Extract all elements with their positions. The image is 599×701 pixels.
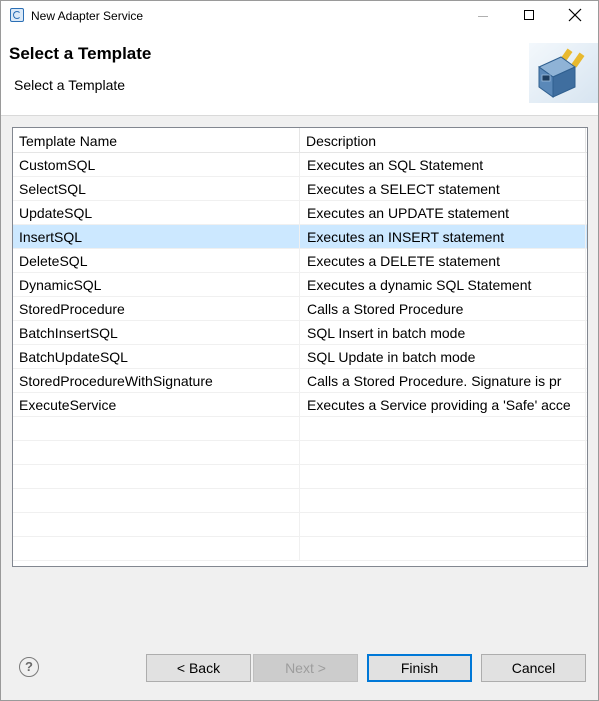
table-body: CustomSQL Executes an SQL Statement Select…	[13, 153, 587, 561]
cell-template-name: BatchInsertSQL	[13, 321, 300, 344]
table-row[interactable]	[13, 417, 587, 441]
table-row[interactable]: StoredProcedureWithSignature Calls a Stor…	[13, 369, 587, 393]
cell-template-name: StoredProcedure	[13, 297, 300, 320]
cell-description: SQL Update in batch mode	[300, 345, 586, 368]
cell-template-name	[13, 441, 300, 464]
close-button[interactable]	[552, 1, 598, 31]
cell-description	[300, 489, 586, 512]
cell-template-name: InsertSQL	[13, 225, 300, 248]
cell-template-name	[13, 489, 300, 512]
adapter-app-icon	[10, 8, 24, 22]
table-row[interactable]: BatchUpdateSQL SQL Update in batch mode	[13, 345, 587, 369]
table-row[interactable]: SelectSQL Executes a SELECT statement	[13, 177, 587, 201]
dialog-window: New Adapter Service Select a Template Se…	[0, 0, 599, 701]
cell-template-name: ExecuteService	[13, 393, 300, 416]
minimize-button[interactable]	[460, 1, 506, 31]
minimize-icon	[478, 16, 488, 17]
cell-description: Calls a Stored Procedure. Signature is p…	[300, 369, 586, 392]
table-row[interactable]: BatchInsertSQL SQL Insert in batch mode	[13, 321, 587, 345]
finish-button[interactable]: Finish	[367, 654, 472, 682]
cancel-button[interactable]: Cancel	[481, 654, 586, 682]
cell-description: Executes an SQL Statement	[300, 153, 586, 176]
cell-description: Calls a Stored Procedure	[300, 297, 586, 320]
back-button[interactable]: < Back	[146, 654, 251, 682]
wizard-header: Select a Template Select a Template	[1, 31, 598, 116]
window-title: New Adapter Service	[31, 9, 144, 23]
cell-description	[300, 441, 586, 464]
cell-template-name	[13, 417, 300, 440]
page-title: Select a Template	[9, 44, 152, 63]
adapter-plug-cube-icon	[529, 43, 598, 103]
cell-description: SQL Insert in batch mode	[300, 321, 586, 344]
table-row[interactable]: InsertSQL Executes an INSERT statement	[13, 225, 587, 249]
cell-template-name	[13, 513, 300, 536]
table-row[interactable]: CustomSQL Executes an SQL Statement	[13, 153, 587, 177]
table-row[interactable]	[13, 537, 587, 561]
cell-description: Executes an INSERT statement	[300, 225, 586, 248]
cell-description	[300, 537, 586, 560]
column-header-template-name[interactable]: Template Name	[13, 128, 300, 152]
cell-description	[300, 417, 586, 440]
template-table[interactable]: Template Name Description CustomSQL Execu…	[12, 127, 588, 567]
cell-description: Executes a dynamic SQL Statement	[300, 273, 586, 296]
table-row[interactable]: StoredProcedure Calls a Stored Procedure	[13, 297, 587, 321]
cell-template-name: UpdateSQL	[13, 201, 300, 224]
cell-template-name: DeleteSQL	[13, 249, 300, 272]
close-icon	[568, 8, 582, 22]
table-row[interactable]: ExecuteService Executes a Service providi…	[13, 393, 587, 417]
page-description: Select a Template	[14, 77, 126, 93]
cell-description: Executes a Service providing a 'Safe' ac…	[300, 393, 586, 416]
cell-template-name: CustomSQL	[13, 153, 300, 176]
table-row[interactable]	[13, 465, 587, 489]
cell-template-name: DynamicSQL	[13, 273, 300, 296]
cell-template-name	[13, 465, 300, 488]
table-header: Template Name Description	[13, 128, 587, 153]
cell-template-name: BatchUpdateSQL	[13, 345, 300, 368]
table-row[interactable]	[13, 513, 587, 537]
cell-description: Executes a SELECT statement	[300, 177, 586, 200]
next-button[interactable]: Next >	[253, 654, 358, 682]
title-bar[interactable]: New Adapter Service	[1, 1, 598, 31]
help-icon[interactable]: ?	[19, 657, 39, 677]
maximize-button[interactable]	[506, 1, 552, 31]
cell-description: Executes a DELETE statement	[300, 249, 586, 272]
table-row[interactable]: DynamicSQL Executes a dynamic SQL Stateme…	[13, 273, 587, 297]
table-row[interactable]: UpdateSQL Executes an UPDATE statement	[13, 201, 587, 225]
cell-description	[300, 513, 586, 536]
cell-description	[300, 465, 586, 488]
table-row[interactable]	[13, 441, 587, 465]
cell-template-name: StoredProcedureWithSignature	[13, 369, 300, 392]
table-row[interactable]: DeleteSQL Executes a DELETE statement	[13, 249, 587, 273]
cell-template-name: SelectSQL	[13, 177, 300, 200]
cell-description: Executes an UPDATE statement	[300, 201, 586, 224]
column-header-description[interactable]: Description	[300, 128, 586, 152]
maximize-icon	[524, 10, 534, 20]
table-row[interactable]	[13, 489, 587, 513]
cell-template-name	[13, 537, 300, 560]
